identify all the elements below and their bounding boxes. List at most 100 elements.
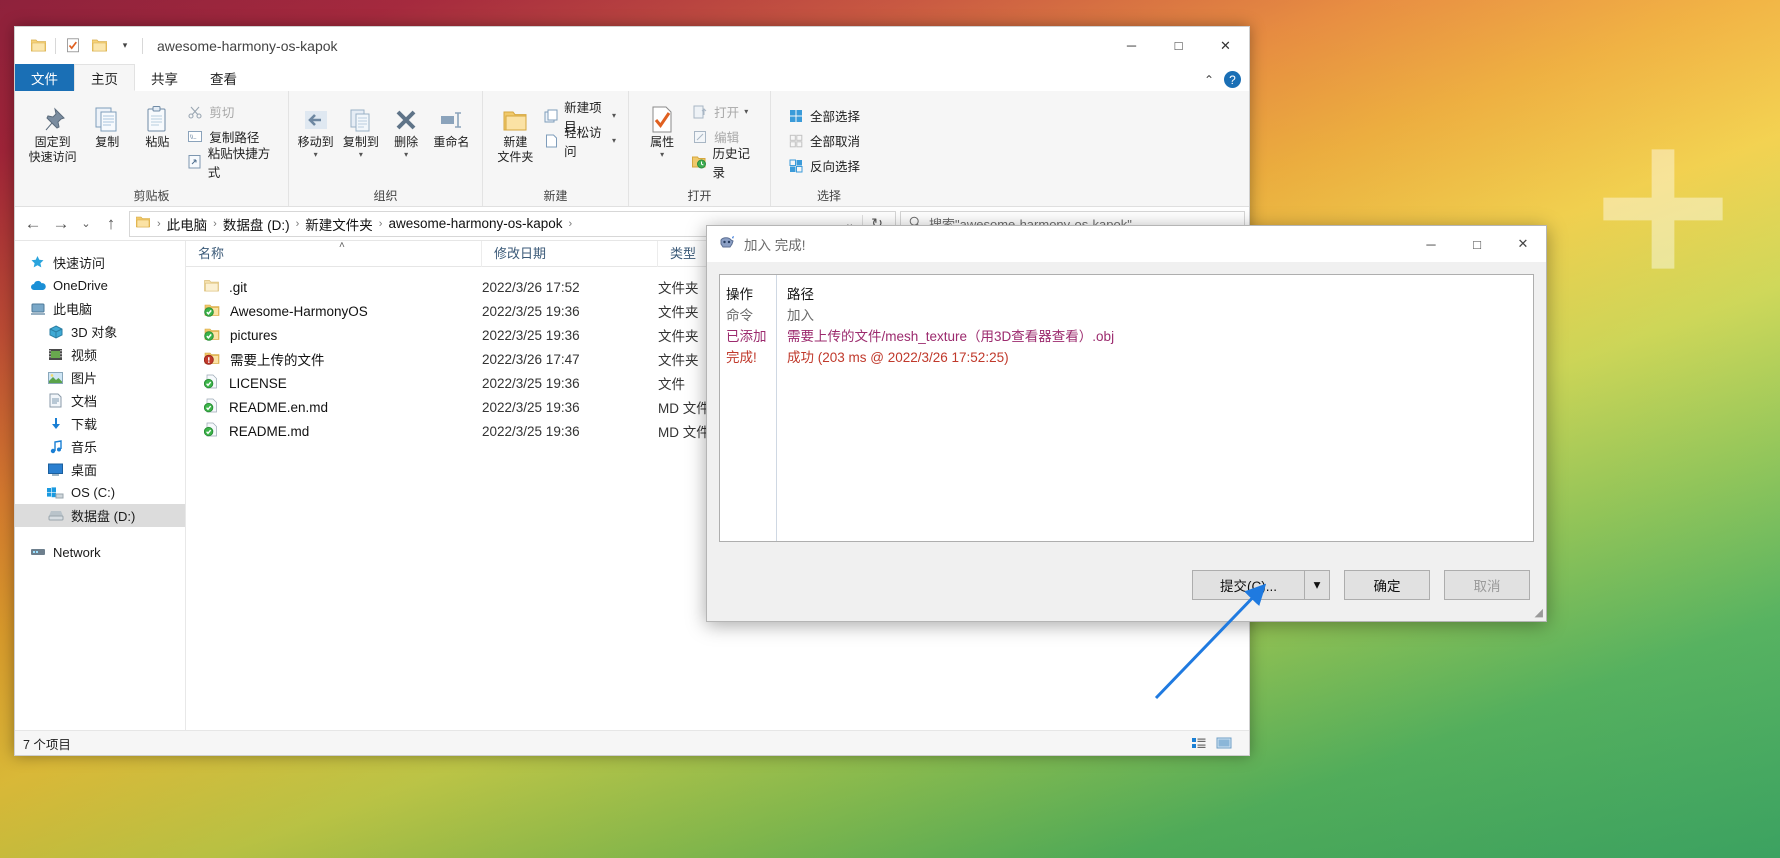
minimize-button[interactable]: ─ (1108, 27, 1155, 64)
file-name-label: Awesome-HarmonyOS (230, 303, 368, 319)
new-folder-button[interactable]: 新建 文件夹 (491, 97, 540, 169)
sidebar-item-label: 快速访问 (53, 256, 106, 271)
ok-button[interactable]: 确定 (1344, 570, 1430, 600)
submit-dropdown-button[interactable]: ▾ (1304, 570, 1330, 600)
log-box[interactable]: 操作 命令 已添加 完成! 路径 加入 需要上传的文件/mesh_texture… (719, 274, 1534, 542)
sidebar-item-label: OneDrive (53, 278, 108, 293)
file-name-cell[interactable]: Awesome-HarmonyOS (186, 303, 482, 320)
sidebar-item-onedrive[interactable]: OneDrive (15, 274, 185, 297)
properties-button[interactable]: 属性 ▾ (637, 97, 687, 166)
up-button[interactable]: ↑ (97, 209, 125, 239)
cut-button[interactable]: 剪切 (182, 99, 280, 124)
clipboard-small-buttons: 剪切 \\.. 复制路径 粘贴快捷方式 (182, 97, 280, 180)
invert-selection-button[interactable]: 反向选择 (783, 153, 864, 178)
file-date-cell: 2022/3/26 17:47 (482, 351, 580, 367)
sidebar-item-3d-objects[interactable]: 3D 对象 (15, 320, 185, 343)
file-name-cell[interactable]: README.en.md (186, 398, 482, 416)
group-label-clipboard: 剪贴板 (133, 189, 170, 203)
dialog-close-button[interactable]: ✕ (1500, 226, 1546, 262)
file-name-cell[interactable]: .git (186, 279, 482, 295)
file-name-cell[interactable]: 需要上传的文件 (186, 349, 482, 369)
chevron-down-icon[interactable]: ▾ (660, 147, 664, 162)
sidebar-item-pictures[interactable]: 图片 (15, 366, 185, 389)
resize-grip-icon[interactable]: ◢ (1535, 606, 1543, 619)
chevron-down-icon[interactable]: ▾ (359, 147, 363, 162)
chevron-down-icon[interactable]: ▾ (612, 136, 616, 145)
breadcrumb-item-0[interactable]: 此电脑 (164, 214, 211, 234)
tab-share[interactable]: 共享 (135, 64, 194, 91)
plus-watermark-icon (1603, 149, 1723, 269)
file-name-cell[interactable]: README.md (186, 422, 482, 440)
select-all-button[interactable]: 全部选择 (783, 103, 864, 128)
sidebar-item-network[interactable]: Network (15, 541, 185, 564)
sidebar-item-data-d[interactable]: 数据盘 (D:) (15, 504, 185, 527)
delete-button[interactable]: 删除 ▾ (384, 97, 429, 166)
folder-icon[interactable] (25, 32, 51, 60)
breadcrumb-separator[interactable]: › (293, 218, 303, 230)
breadcrumb-separator[interactable]: › (376, 218, 386, 230)
chevron-down-icon[interactable]: ▾ (404, 147, 408, 162)
sidebar-item-os-c[interactable]: OS (C:) (15, 481, 185, 504)
dialog-maximize-button[interactable]: □ (1454, 226, 1500, 262)
file-name-label: pictures (230, 327, 278, 343)
sidebar-item-downloads[interactable]: 下载 (15, 412, 185, 435)
group-label-open: 打开 (687, 189, 712, 203)
tab-file[interactable]: 文件 (15, 64, 74, 91)
new-folder-icon[interactable] (86, 32, 112, 60)
item-count-label: 7 个项目 (23, 737, 71, 752)
sidebar-item-videos[interactable]: 视频 (15, 343, 185, 366)
paste-button[interactable]: 粘贴 (132, 97, 182, 154)
large-icons-view-icon[interactable] (1213, 733, 1235, 753)
collapse-ribbon-icon[interactable]: ⌃ (1204, 73, 1214, 87)
copy-button[interactable]: 复制 (82, 97, 132, 154)
qat-divider (55, 37, 56, 54)
move-to-button[interactable]: 移动到 ▾ (293, 97, 338, 166)
breadcrumb-separator[interactable]: › (566, 218, 576, 230)
details-view-icon[interactable] (1188, 733, 1210, 753)
file-name-cell[interactable]: pictures (186, 327, 482, 344)
paste-shortcut-button[interactable]: 粘贴快捷方式 (182, 147, 280, 180)
breadcrumb-item-2[interactable]: 新建文件夹 (302, 214, 376, 234)
open-button[interactable]: 打开 ▾ (687, 99, 762, 124)
easy-access-button[interactable]: 轻松访问 ▾ (540, 126, 620, 159)
history-button[interactable]: 历史记录 (687, 147, 762, 180)
help-icon[interactable]: ? (1224, 71, 1241, 88)
properties-icon[interactable] (60, 32, 86, 60)
chevron-down-icon[interactable]: ▾ (314, 147, 318, 162)
chevron-down-icon[interactable]: ▾ (612, 111, 616, 120)
dialog-minimize-button[interactable]: ─ (1408, 226, 1454, 262)
maximize-button[interactable]: □ (1155, 27, 1202, 64)
copy-to-button[interactable]: 复制到 ▾ (338, 97, 383, 166)
breadcrumb-item-3[interactable]: awesome-harmony-os-kapok (385, 216, 565, 231)
recent-locations-button[interactable]: ⌄ (75, 209, 97, 239)
sidebar-item-music[interactable]: 音乐 (15, 435, 185, 458)
rename-button[interactable]: 重命名 (429, 97, 474, 154)
forward-button[interactable]: → (47, 209, 75, 239)
back-button[interactable]: ← (19, 209, 47, 239)
sidebar-item-label: OS (C:) (71, 485, 116, 500)
breadcrumb-separator[interactable]: › (210, 218, 220, 230)
sidebar-item-desktop[interactable]: 桌面 (15, 458, 185, 481)
select-none-button[interactable]: 全部取消 (783, 128, 864, 153)
submit-split-button[interactable]: 提交(C)... ▾ (1192, 570, 1330, 600)
sidebar-item-documents[interactable]: 文档 (15, 389, 185, 412)
tab-view[interactable]: 查看 (194, 64, 253, 91)
btn-line1: 粘贴 (145, 135, 170, 149)
chevron-down-icon[interactable]: ▾ (744, 107, 748, 116)
tab-home[interactable]: 主页 (74, 64, 135, 91)
easy-access-label: 轻松访问 (564, 125, 602, 159)
customize-qat-caret-icon[interactable]: ▾ (112, 32, 138, 60)
breadcrumb-item-1[interactable]: 数据盘 (D:) (220, 214, 293, 234)
pin-to-quick-access-button[interactable]: 固定到 快速访问 (23, 97, 82, 169)
sidebar-item-label: 图片 (71, 371, 98, 386)
submit-button[interactable]: 提交(C)... (1192, 570, 1304, 600)
file-name-cell[interactable]: LICENSE (186, 374, 482, 392)
column-header-name[interactable]: 名称 (186, 240, 482, 267)
close-button[interactable]: ✕ (1202, 27, 1249, 64)
sidebar-item-quick-access[interactable]: 快速访问 (15, 251, 185, 274)
invert-selection-label: 反向选择 (810, 160, 861, 174)
btn-line1: 复制 (95, 135, 120, 149)
sidebar-item-this-pc[interactable]: 此电脑 (15, 297, 185, 320)
column-header-date[interactable]: 修改日期 (482, 240, 658, 267)
sidebar-item-label: 桌面 (71, 463, 98, 478)
